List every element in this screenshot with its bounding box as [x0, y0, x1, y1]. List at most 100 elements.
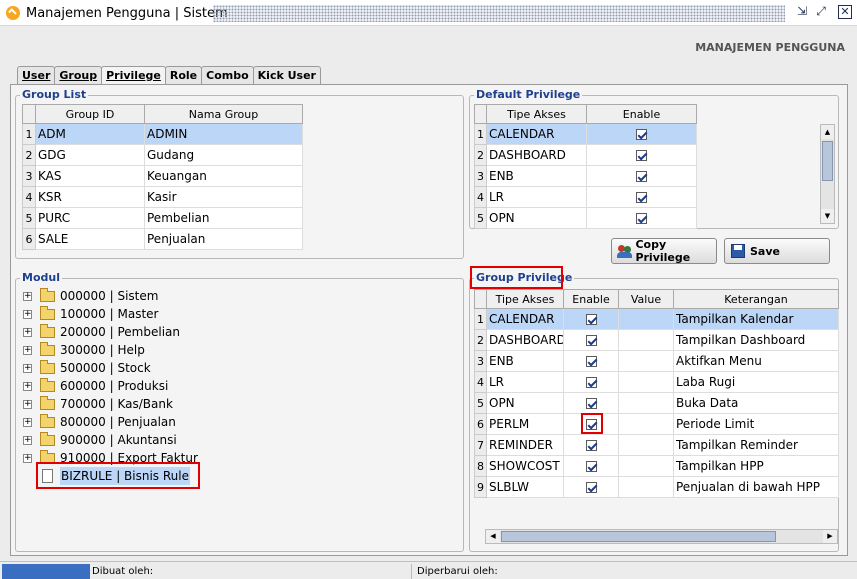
expand-icon[interactable]: + [23, 454, 32, 463]
app-icon [6, 6, 20, 20]
table-row[interactable]: 5 PURC Pembelian [22, 207, 303, 229]
scroll-right-icon[interactable]: ▶ [823, 530, 837, 543]
table-row[interactable]: 1 ADM ADMIN [22, 123, 303, 145]
table-row[interactable]: 3 KAS Keuangan [22, 165, 303, 187]
close-icon[interactable]: ✕ [838, 5, 852, 19]
enable-checkbox[interactable] [636, 213, 647, 224]
save-button[interactable]: Save [724, 238, 830, 264]
expand-icon[interactable]: + [23, 310, 32, 319]
enable-checkbox[interactable] [585, 314, 597, 325]
column-header[interactable]: Value [618, 289, 674, 309]
tab-role[interactable]: Role [164, 66, 203, 85]
value-cell[interactable] [618, 392, 674, 414]
value-cell[interactable] [618, 371, 674, 393]
status-bar: Dibuat oleh: Diperbarui oleh: [0, 561, 857, 579]
enable-checkbox[interactable] [585, 335, 597, 346]
default-privilege-table[interactable]: Tipe Akses Enable 1 CALENDAR 2 DASHBOARD 3… [474, 104, 697, 229]
scroll-thumb[interactable] [501, 531, 776, 542]
folder-icon [40, 360, 55, 374]
column-header[interactable]: Keterangan [673, 289, 839, 309]
highlight-box-group-privilege [470, 266, 563, 289]
vertical-scrollbar[interactable]: ▲ ▼ [820, 124, 835, 224]
folder-icon [40, 306, 55, 320]
scroll-left-icon[interactable]: ◀ [486, 530, 500, 543]
status-indicator [2, 564, 90, 579]
table-row[interactable]: 9 SLBLW Penjualan di bawah HPP [474, 476, 839, 498]
enable-checkbox[interactable] [585, 398, 597, 409]
table-row[interactable]: 5 OPN [474, 207, 697, 229]
table-row[interactable]: 4 KSR Kasir [22, 186, 303, 208]
group-list-table[interactable]: Group ID Nama Group 1 ADM ADMIN 2 GDG Gudang… [22, 104, 303, 250]
restore-icon[interactable]: ⇲ [795, 5, 809, 19]
enable-checkbox[interactable] [636, 150, 647, 161]
value-cell[interactable] [618, 476, 674, 498]
table-row[interactable]: 2 GDG Gudang [22, 144, 303, 166]
table-row[interactable]: 1 CALENDAR [474, 123, 697, 145]
maximize-icon[interactable]: ⤢ [814, 5, 828, 19]
table-row[interactable]: 4 LR Laba Rugi [474, 371, 839, 393]
table-row[interactable]: 2 DASHBOARD Tampilkan Dashboard [474, 329, 839, 351]
tab-kick-user[interactable]: Kick User [252, 66, 321, 85]
title-bar: Manajemen Pengguna | Sistem ⇲ ⤢ ✕ [0, 0, 857, 26]
table-row[interactable]: 6 SALE Penjualan [22, 228, 303, 250]
modul-title: Modul [20, 271, 62, 284]
expand-icon[interactable]: + [23, 436, 32, 445]
default-privilege-panel: Default Privilege Tipe Akses Enable 1 CAL… [469, 88, 839, 229]
tab-content-privilege: Group List Group ID Nama Group 1 ADM ADMIN… [10, 84, 848, 556]
enable-checkbox[interactable] [585, 461, 597, 472]
expand-icon[interactable]: + [23, 382, 32, 391]
expand-icon[interactable]: + [23, 346, 32, 355]
expand-icon[interactable]: + [23, 418, 32, 427]
group-list-title: Group List [20, 88, 89, 101]
value-cell[interactable] [618, 329, 674, 351]
table-row[interactable]: 2 DASHBOARD [474, 144, 697, 166]
floppy-disk-icon [730, 243, 746, 259]
copy-privilege-button[interactable]: Copy Privilege [611, 238, 717, 264]
column-header[interactable]: Group ID [35, 104, 145, 124]
expand-icon[interactable]: + [23, 364, 32, 373]
title-bar-grip [213, 5, 785, 22]
tab-group[interactable]: Group [54, 66, 103, 85]
tab-privilege[interactable]: Privilege [101, 66, 166, 86]
enable-checkbox[interactable] [636, 129, 647, 140]
tab-combo[interactable]: Combo [201, 66, 254, 85]
column-header[interactable]: Enable [586, 104, 697, 124]
tab-user[interactable]: User [17, 66, 56, 85]
table-row[interactable]: 1 CALENDAR Tampilkan Kalendar [474, 308, 839, 330]
enable-checkbox[interactable] [585, 377, 597, 388]
value-cell[interactable] [618, 413, 674, 435]
created-by-label: Dibuat oleh: [92, 564, 412, 579]
users-icon [617, 243, 632, 259]
column-header[interactable]: Tipe Akses [486, 289, 564, 309]
column-header[interactable]: Nama Group [144, 104, 303, 124]
expand-icon[interactable]: + [23, 400, 32, 409]
group-privilege-panel: Group Privilege Tipe Akses Enable Value … [469, 271, 839, 552]
expand-icon[interactable]: + [23, 292, 32, 301]
group-privilege-table[interactable]: Tipe Akses Enable Value Keterangan 1 CALE… [474, 289, 839, 498]
value-cell[interactable] [618, 308, 674, 330]
table-row[interactable]: 7 REMINDER Tampilkan Reminder [474, 434, 839, 456]
tab-bar: User Group Privilege Role Combo Kick Use… [17, 66, 321, 86]
expand-icon[interactable]: + [23, 328, 32, 337]
value-cell[interactable] [618, 350, 674, 372]
enable-checkbox[interactable] [636, 192, 647, 203]
table-row[interactable]: 5 OPN Buka Data [474, 392, 839, 414]
scroll-up-icon[interactable]: ▲ [821, 125, 834, 139]
value-cell[interactable] [618, 455, 674, 477]
table-row[interactable]: 8 SHOWCOST Tampilkan HPP [474, 455, 839, 477]
value-cell[interactable] [618, 434, 674, 456]
column-header[interactable]: Tipe Akses [486, 104, 587, 124]
column-header[interactable]: Enable [563, 289, 619, 309]
enable-checkbox[interactable] [585, 482, 597, 493]
enable-checkbox[interactable] [585, 356, 597, 367]
table-row[interactable]: 3 ENB Aktifkan Menu [474, 350, 839, 372]
horizontal-scrollbar[interactable]: ◀ ▶ [485, 529, 838, 544]
table-row[interactable]: 6 PERLM Periode Limit [474, 413, 839, 435]
table-row[interactable]: 3 ENB [474, 165, 697, 187]
scroll-down-icon[interactable]: ▼ [821, 209, 834, 223]
group-list-panel: Group List Group ID Nama Group 1 ADM ADMIN… [15, 88, 464, 259]
scroll-thumb[interactable] [822, 141, 833, 181]
table-row[interactable]: 4 LR [474, 186, 697, 208]
enable-checkbox[interactable] [585, 440, 597, 451]
enable-checkbox[interactable] [636, 171, 647, 182]
